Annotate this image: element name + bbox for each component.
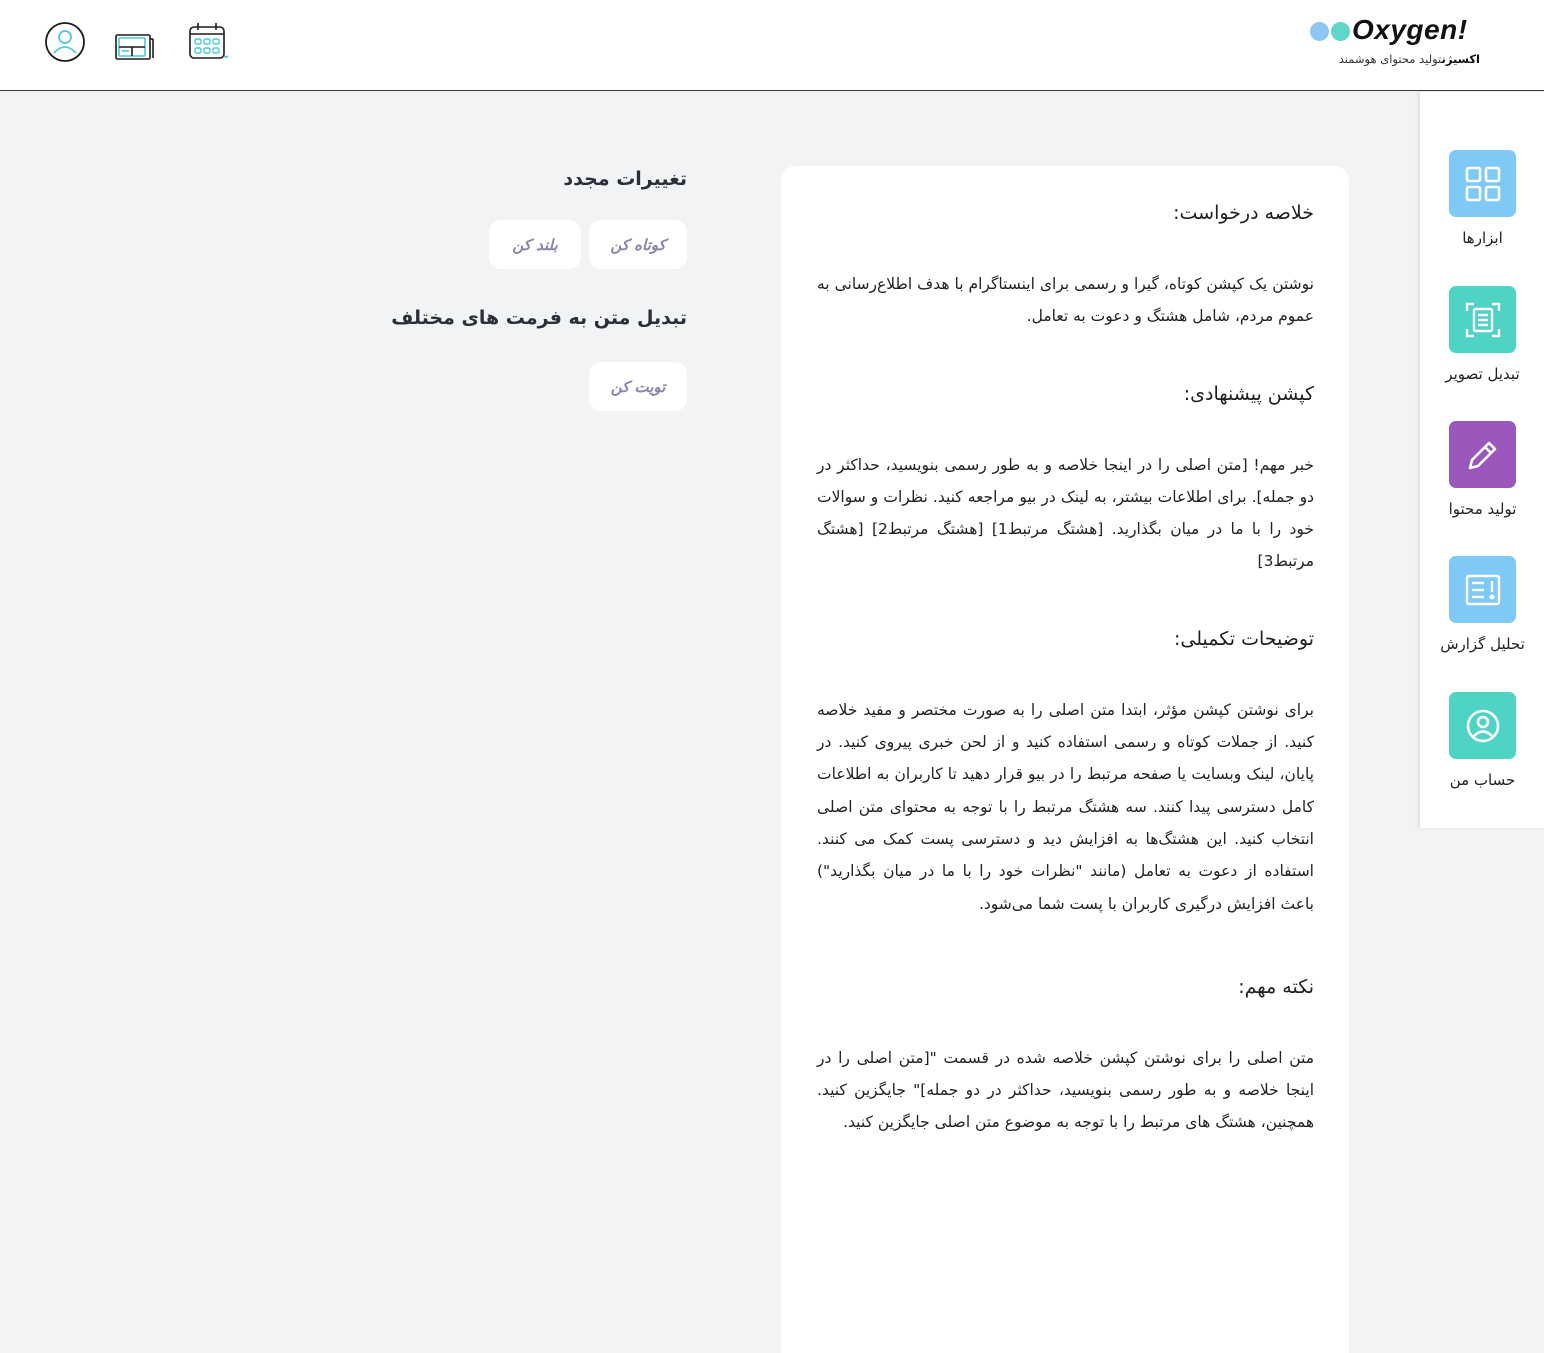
- logo-dot-blue: [1310, 22, 1329, 41]
- user-circle-icon: [1466, 709, 1499, 742]
- actions-panel: تغییرات مجدد کوتاه کن بلند کن تبدیل متن …: [391, 168, 687, 411]
- report-icon: [1465, 574, 1500, 605]
- calendar-icon[interactable]: [186, 20, 230, 64]
- convert-chips: تویت کن: [400, 362, 687, 411]
- sidebar-label-tools: ابزارها: [1462, 229, 1503, 247]
- sidebar-label-image-convert: تبدیل تصویر: [1445, 365, 1520, 383]
- grid-icon: [1465, 166, 1500, 201]
- user-circle-icon[interactable]: [43, 20, 87, 64]
- sidebar-tile-content-generation: [1449, 421, 1516, 488]
- layout-icon[interactable]: [112, 20, 156, 64]
- sidebar: ابزارها تبدیل تصویر تولید محتوا تحلیل گز…: [1419, 92, 1544, 828]
- brand-tagline-text: تولید محتوای هوشمند: [1338, 52, 1442, 66]
- sidebar-label-report-analysis: تحلیل گزارش: [1440, 635, 1525, 653]
- section-body-suggested-caption: خبر مهم! [متن اصلی را در اینجا خلاصه و ب…: [817, 455, 1314, 571]
- sidebar-label-my-account: حساب من: [1449, 771, 1516, 789]
- sidebar-tile-tools: [1449, 150, 1516, 217]
- shorten-button[interactable]: کوتاه کن: [589, 220, 687, 269]
- sidebar-label-content-generation: تولید محتوا: [1448, 500, 1517, 518]
- section-title-extra-notes: توضیحات تکمیلی:: [1174, 627, 1314, 650]
- section-title-request-summary: خلاصه درخواست:: [1173, 202, 1314, 224]
- pencil-icon: [1468, 441, 1496, 469]
- brand-name: Oxygen!: [1352, 14, 1468, 45]
- section-title-important-note: نکته مهم:: [1238, 975, 1314, 998]
- sidebar-tile-report-analysis: [1449, 556, 1516, 623]
- generated-content-card: خلاصه درخواست: نوشتن یک کپشن کوتاه، گیرا…: [781, 166, 1349, 1353]
- sidebar-item-tools[interactable]: ابزارها: [1420, 150, 1544, 247]
- sidebar-tile-my-account: [1449, 692, 1516, 759]
- section-body-extra-notes: برای نوشتن کپشن مؤثر، ابتدا متن اصلی را …: [817, 700, 1314, 913]
- logo-dot-teal: [1331, 22, 1350, 41]
- sidebar-item-content-generation[interactable]: تولید محتوا: [1420, 421, 1544, 518]
- brand-tagline: اکسیژنتولید محتوای هوشمند: [1339, 52, 1480, 66]
- tweet-button[interactable]: تویت کن: [589, 362, 687, 411]
- sidebar-tile-image-convert: [1449, 286, 1516, 353]
- brand-logo[interactable]: Oxygen! اکسیژنتولید محتوای هوشمند: [1310, 14, 1480, 72]
- section-title-suggested-caption: کپشن پیشنهادی:: [1183, 382, 1314, 405]
- sidebar-item-image-convert[interactable]: تبدیل تصویر: [1420, 286, 1544, 383]
- scan-document-icon: [1465, 302, 1500, 337]
- convert-format-title: تبدیل متن به فرمت های مختلف: [391, 307, 687, 329]
- revision-chips: کوتاه کن بلند کن: [400, 220, 687, 269]
- top-header: Oxygen! اکسیژنتولید محتوای هوشمند: [0, 0, 1544, 91]
- revisions-title: تغییرات مجدد: [563, 168, 687, 190]
- section-body-important-note: متن اصلی را برای نوشتن کپشن خلاصه شده در…: [817, 1048, 1314, 1132]
- lengthen-button[interactable]: بلند کن: [489, 220, 581, 269]
- sidebar-item-my-account[interactable]: حساب من: [1420, 692, 1544, 789]
- brand-tagline-bold: اکسیژن: [1441, 52, 1481, 66]
- section-body-request-summary: نوشتن یک کپشن کوتاه، گیرا و رسمی برای ای…: [817, 275, 1314, 326]
- logo-dots: [1310, 22, 1350, 41]
- sidebar-item-report-analysis[interactable]: تحلیل گزارش: [1420, 556, 1544, 653]
